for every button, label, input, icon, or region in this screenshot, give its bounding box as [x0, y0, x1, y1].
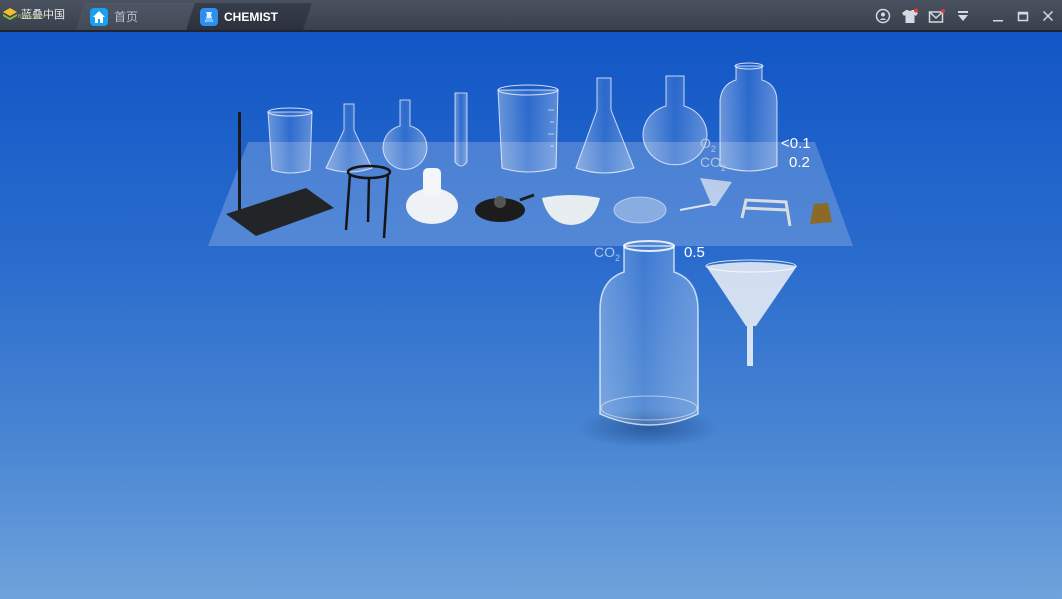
tshirt-icon	[902, 8, 918, 23]
test-tube[interactable]	[454, 92, 468, 167]
chemist-app-icon	[200, 8, 218, 26]
close-icon	[1042, 10, 1054, 22]
bluestacks-logo-icon	[3, 8, 17, 20]
dropdown-icon	[958, 11, 968, 21]
minimize-icon	[993, 20, 1003, 22]
o2-formula: O2	[700, 135, 716, 154]
large-erlenmeyer-flask[interactable]	[575, 77, 635, 174]
co2-shelf-formula: CO2	[700, 154, 727, 173]
tab-chemist-label: CHEMIST	[224, 9, 278, 24]
beaker[interactable]	[267, 107, 313, 174]
maximize-button[interactable]	[1015, 8, 1031, 24]
large-beaker[interactable]	[497, 84, 559, 173]
tab-home[interactable]: 首页	[76, 3, 194, 30]
account-icon	[875, 8, 891, 24]
co2-jar-formula: CO2	[594, 244, 621, 263]
theme-button[interactable]	[901, 8, 918, 24]
flat-bottom-flask[interactable]	[642, 75, 708, 166]
menu-button[interactable]	[955, 8, 971, 24]
account-button[interactable]	[875, 8, 891, 24]
o2-value: <0.1	[781, 135, 811, 152]
glass-funnel[interactable]	[705, 259, 797, 366]
tab-home-label: 首页	[114, 10, 139, 24]
co2-jar-value: 0.5	[684, 244, 705, 261]
mail-icon	[928, 9, 945, 23]
minimize-button[interactable]	[990, 8, 1006, 24]
logo-subtext: BlueStacks	[18, 14, 46, 20]
co2-shelf-value: 0.2	[789, 154, 810, 171]
lab-scene	[208, 62, 853, 448]
watch-glass[interactable]	[613, 196, 667, 224]
maximize-icon	[1017, 11, 1029, 22]
gas-jar[interactable]	[599, 240, 699, 426]
mail-button[interactable]	[928, 8, 945, 24]
round-flask[interactable]	[382, 99, 428, 170]
home-icon	[90, 8, 108, 26]
close-button[interactable]	[1040, 8, 1056, 24]
tab-chemist[interactable]: CHEMIST	[186, 3, 312, 30]
erlenmeyer-flask[interactable]	[325, 103, 373, 173]
lab-stage[interactable]: O2 <0.1 CO2 0.2 CO2 0.5	[0, 32, 1062, 599]
gas-jar-small[interactable]	[719, 62, 778, 172]
title-bar: 蓝叠中国 BlueStacks 首页 CHEMIST	[0, 0, 1062, 32]
